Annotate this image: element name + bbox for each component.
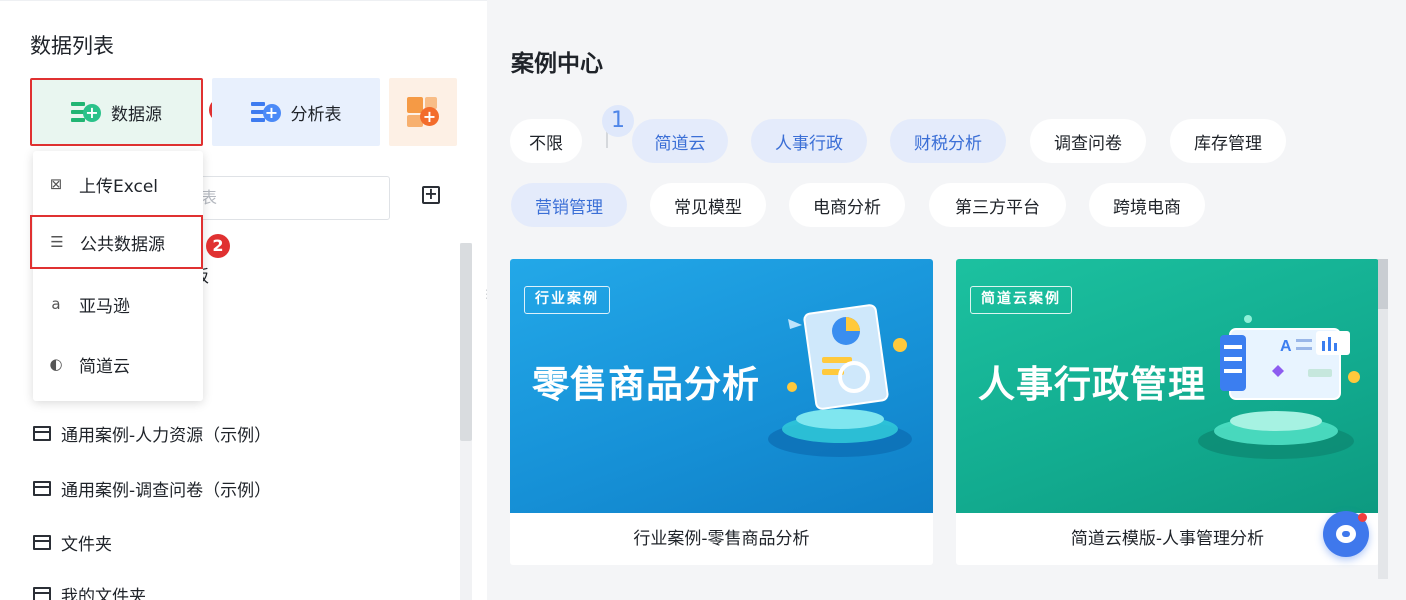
filter-chip[interactable]: 不限 [510,119,582,163]
add-analysis-label: 分析表 [290,104,342,125]
amazon-icon: a [51,295,61,313]
chat-icon [1336,525,1356,543]
step-badge-2: 2 [206,234,230,258]
filter-chip[interactable]: 电商分析 [789,183,905,227]
filter-chip[interactable]: 调查问卷 [1030,119,1146,163]
filter-chip[interactable]: 财税分析 [890,119,1006,163]
folder-label: 通用案例-调查问卷（示例） [61,480,272,501]
scrollbar-thumb[interactable] [460,243,472,441]
banner-title: 零售商品分析 [532,363,760,406]
add-analysis-icon: + [250,100,281,124]
menu-item-amazon[interactable]: a 亚马逊 [33,277,203,331]
jiandaoyun-icon: ◐ [49,355,63,373]
banner-title: 人事行政管理 [978,363,1206,406]
add-dashboard-button[interactable]: + [389,78,457,146]
filter-chip[interactable]: 人事行政 [751,119,867,163]
folder-icon [33,425,51,441]
case-card-caption: 行业案例-零售商品分析 [633,529,810,549]
divider [0,0,487,1]
filter-chip[interactable]: 营销管理 [511,183,627,227]
menu-item-upload-excel[interactable]: ⊠ 上传Excel [33,157,203,211]
excel-icon: ⊠ [49,175,63,193]
folder-icon [33,586,51,600]
panel-title: 数据列表 [30,34,114,58]
folder-label: 文件夹 [61,534,112,555]
case-card-banner: A 简道云案例 人事行政管理 [956,259,1379,513]
case-center-title: 案例中心 [511,51,603,77]
menu-item-label: 简道云 [79,356,130,377]
case-tag: 行业案例 [524,286,610,314]
folder-item[interactable]: 文件夹 [33,530,112,555]
search-placeholder: 表 [201,188,218,207]
notification-dot [1358,513,1367,522]
folder-item[interactable]: 通用案例-人力资源（示例） [33,421,272,446]
add-dashboard-icon: + [407,97,439,127]
filter-chip[interactable]: 跨境电商 [1089,183,1205,227]
case-card-banner: 行业案例 零售商品分析 [510,259,933,513]
case-card-caption: 简道云模版-人事管理分析 [1070,529,1265,549]
menu-item-public-datasource[interactable]: ☰ 公共数据源 [30,215,203,269]
case-tag: 简道云案例 [970,286,1072,314]
folder-label: 通用案例-人力资源（示例） [61,425,272,446]
case-center-panel: 案例中心 不限 1 简道云 人事行政 财税分析 调查问卷 库存管理 营销管理 常… [487,0,1406,600]
folder-item[interactable]: 通用案例-调查问卷（示例） [33,476,272,501]
add-datasource-label: 数据源 [111,104,162,125]
svg-text:A: A [1280,338,1292,355]
filter-chip[interactable]: 简道云 [632,119,728,163]
filter-chip[interactable]: 第三方平台 [929,183,1066,227]
menu-item-label: 公共数据源 [80,234,165,255]
filter-chip[interactable]: 常见模型 [650,183,766,227]
folder-icon [33,480,51,496]
add-datasource-button[interactable]: + 数据源 [30,78,203,146]
menu-item-label: 上传Excel [79,176,159,197]
search-input[interactable]: 表 [170,176,390,220]
help-chat-button[interactable] [1323,511,1369,557]
database-icon: ☰ [50,233,64,251]
add-analysis-button[interactable]: + 分析表 [212,78,380,146]
folder-item[interactable]: 我的文件夹 [33,582,146,600]
page-marker: 1 [602,105,634,137]
data-list-panel: 数据列表 + 数据源 1 + 分析表 + 表 + 板 通用案例-人力资源（示例）… [0,0,487,600]
filter-chip[interactable]: 库存管理 [1170,119,1286,163]
add-datasource-icon: + [71,100,101,124]
add-folder-icon[interactable]: + [422,186,440,204]
datasource-dropdown-menu: ⊠ 上传Excel ☰ 公共数据源 a 亚马逊 ◐ 简道云 [30,151,203,401]
folder-icon [33,534,51,550]
case-card[interactable]: A 简道云案例 人事行政管理 简道云模版-人事管理分析 [956,259,1379,565]
scrollbar-thumb[interactable] [1378,259,1388,309]
folder-label: 我的文件夹 [61,586,146,600]
menu-item-jiandaoyun[interactable]: ◐ 简道云 [33,337,203,391]
case-card[interactable]: 行业案例 零售商品分析 行业案例-零售商品分析 [510,259,933,565]
menu-item-label: 亚马逊 [79,296,130,317]
